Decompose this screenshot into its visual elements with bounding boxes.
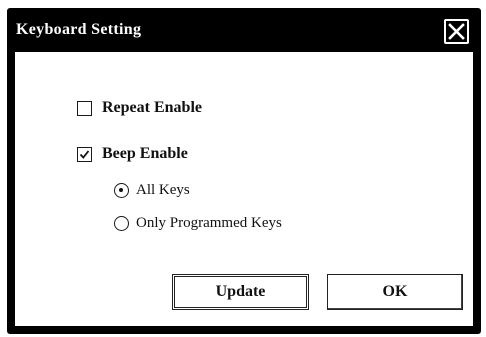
close-x-icon [448,23,465,40]
checkmark-icon [79,149,90,159]
repeat-enable-option[interactable]: Repeat Enable [77,99,202,117]
only-programmed-keys-radio[interactable] [114,216,129,231]
all-keys-label: All Keys [136,182,190,198]
beep-enable-checkbox[interactable] [77,146,92,162]
repeat-enable-checkbox[interactable] [77,100,92,116]
dialog-title: Keyboard Setting [16,21,142,38]
only-programmed-keys-label: Only Programmed Keys [136,215,282,231]
repeat-enable-label: Repeat Enable [102,99,202,116]
ok-button[interactable]: OK [327,274,463,310]
keyboard-setting-dialog: Keyboard Setting Repeat Enable Beep Enab… [7,8,481,334]
close-button[interactable] [444,19,469,44]
title-bar[interactable]: Keyboard Setting [7,8,481,52]
radio-selected-dot [119,188,123,192]
update-button[interactable]: Update [172,274,309,310]
dialog-content: Repeat Enable Beep Enable All Keys Only … [15,52,473,326]
beep-enable-option[interactable]: Beep Enable [77,145,188,163]
beep-enable-label: Beep Enable [102,145,188,162]
only-programmed-keys-option[interactable]: Only Programmed Keys [114,215,282,232]
all-keys-radio[interactable] [114,183,129,198]
all-keys-option[interactable]: All Keys [114,182,190,199]
